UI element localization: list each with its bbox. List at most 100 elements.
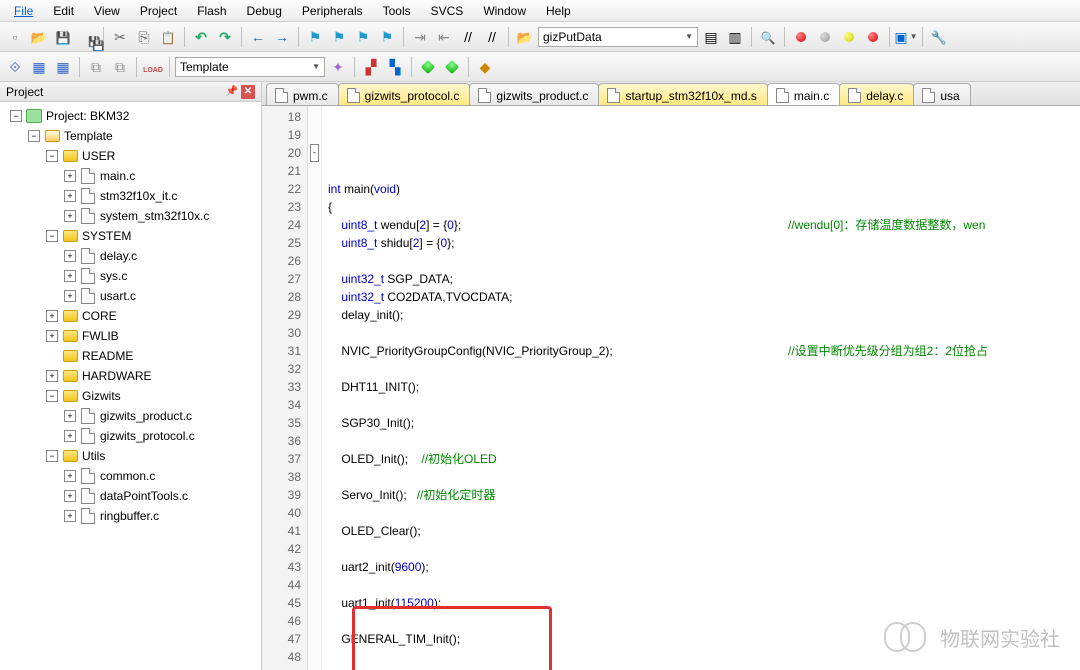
code-line[interactable]: uart1_init(115200); <box>328 594 1080 612</box>
collapse-toggle[interactable]: − <box>46 150 58 162</box>
collapse-toggle[interactable]: − <box>46 230 58 242</box>
menu-file[interactable]: File <box>4 2 43 20</box>
menu-svcs[interactable]: SVCS <box>421 2 474 20</box>
code-line[interactable] <box>328 576 1080 594</box>
code-line[interactable] <box>328 504 1080 522</box>
code-line[interactable]: uint8_t shidu[2] = {0}; <box>328 234 1080 252</box>
expand-toggle[interactable]: + <box>46 330 58 342</box>
menu-edit[interactable]: Edit <box>43 2 84 20</box>
tree-item[interactable]: README <box>2 346 259 366</box>
bookmark-next-button[interactable] <box>352 26 374 48</box>
expand-toggle[interactable]: + <box>64 470 76 482</box>
indent-button[interactable] <box>409 26 431 48</box>
build-button[interactable]: ▦ <box>28 56 50 78</box>
select-button[interactable]: ◆ <box>474 56 496 78</box>
code-line[interactable]: Servo_Init(); //初始化定时器 <box>328 486 1080 504</box>
expand-toggle[interactable]: + <box>64 290 76 302</box>
menu-tools[interactable]: Tools <box>373 2 421 20</box>
find-combo[interactable]: gizPutData ▼ <box>538 27 698 47</box>
comment-button[interactable]: // <box>457 26 479 48</box>
tree-item[interactable]: +HARDWARE <box>2 366 259 386</box>
target-options-button[interactable] <box>327 56 349 78</box>
code-line[interactable] <box>328 648 1080 666</box>
code-line[interactable]: delay_init(); <box>328 306 1080 324</box>
tree-item[interactable]: +gizwits_protocol.c <box>2 426 259 446</box>
nav-forward-button[interactable] <box>271 26 293 48</box>
expand-toggle[interactable]: + <box>64 270 76 282</box>
tree-item[interactable]: +stm32f10x_it.c <box>2 186 259 206</box>
menu-help[interactable]: Help <box>536 2 581 20</box>
code-line[interactable]: uart2_init(9600); <box>328 558 1080 576</box>
code-line[interactable]: GENERAL_TIM_Init(); <box>328 630 1080 648</box>
uncomment-button[interactable]: // <box>481 26 503 48</box>
expand-toggle[interactable]: + <box>64 510 76 522</box>
editor-tab[interactable]: startup_stm32f10x_md.s <box>598 83 767 105</box>
copy-button[interactable] <box>133 26 155 48</box>
pack-button[interactable] <box>417 56 439 78</box>
tree-item[interactable]: −SYSTEM <box>2 226 259 246</box>
undo-button[interactable] <box>190 26 212 48</box>
code-line[interactable]: int main(void) <box>328 180 1080 198</box>
pin-button[interactable]: 📌 <box>225 85 239 99</box>
stop-build-button[interactable]: ⧉ <box>109 56 131 78</box>
tree-item[interactable]: −USER <box>2 146 259 166</box>
fold-toggle[interactable]: - <box>310 144 319 162</box>
editor-tab[interactable]: pwm.c <box>266 83 339 105</box>
breakpoint-enable-button[interactable] <box>838 26 860 48</box>
menu-debug[interactable]: Debug <box>237 2 292 20</box>
tree-item[interactable]: +usart.c <box>2 286 259 306</box>
menu-peripherals[interactable]: Peripherals <box>292 2 373 20</box>
code-line[interactable]: uint32_t CO2DATA,TVOCDATA; <box>328 288 1080 306</box>
tree-item[interactable]: +ringbuffer.c <box>2 506 259 526</box>
code-line[interactable] <box>328 468 1080 486</box>
editor-tab[interactable]: gizwits_protocol.c <box>338 83 471 105</box>
translate-button[interactable]: ⟐ <box>4 56 26 78</box>
expand-toggle[interactable]: + <box>64 490 76 502</box>
tree-item[interactable]: +common.c <box>2 466 259 486</box>
code-line[interactable] <box>328 360 1080 378</box>
rebuild-button[interactable]: ▦ <box>52 56 74 78</box>
expand-toggle[interactable]: + <box>64 210 76 222</box>
rte-button[interactable] <box>441 56 463 78</box>
tree-item[interactable]: +delay.c <box>2 246 259 266</box>
code-line[interactable]: OLED_Init(); //初始化OLED <box>328 450 1080 468</box>
collapse-toggle[interactable]: − <box>46 390 58 402</box>
expand-toggle[interactable]: + <box>64 170 76 182</box>
code-line[interactable]: NVIC_PriorityGroupConfig(NVIC_PriorityGr… <box>328 342 1080 360</box>
code-content[interactable]: int main(void){ uint8_t wendu[2] = {0};/… <box>322 106 1080 670</box>
tree-item[interactable]: +FWLIB <box>2 326 259 346</box>
manage-button[interactable]: ▚ <box>384 56 406 78</box>
code-line[interactable]: SGP30_Init(); <box>328 414 1080 432</box>
paste-button[interactable] <box>157 26 179 48</box>
close-panel-button[interactable]: ✕ <box>241 85 255 99</box>
collapse-toggle[interactable]: − <box>46 450 58 462</box>
tree-item[interactable]: +system_stm32f10x.c <box>2 206 259 226</box>
find-files-button[interactable] <box>514 26 536 48</box>
bookmark-prev-button[interactable] <box>328 26 350 48</box>
new-file-button[interactable] <box>4 26 26 48</box>
nav-back-button[interactable] <box>247 26 269 48</box>
tree-item[interactable]: +gizwits_product.c <box>2 406 259 426</box>
code-line[interactable] <box>328 540 1080 558</box>
collapse-toggle[interactable]: − <box>28 130 40 142</box>
breakpoint-disable-button[interactable] <box>814 26 836 48</box>
editor-tab[interactable]: main.c <box>767 83 840 105</box>
project-tree[interactable]: −Project: BKM32−Template−USER+main.c+stm… <box>0 102 261 670</box>
expand-toggle[interactable]: + <box>64 430 76 442</box>
incremental-find-button[interactable]: ▥ <box>724 26 746 48</box>
code-line[interactable] <box>328 396 1080 414</box>
menu-window[interactable]: Window <box>473 2 536 20</box>
code-line[interactable]: userInit(); <box>328 666 1080 670</box>
code-line[interactable]: DHT11_INIT(); <box>328 378 1080 396</box>
code-line[interactable]: OLED_Clear(); <box>328 522 1080 540</box>
target-combo[interactable]: Template ▼ <box>175 57 325 77</box>
menu-flash[interactable]: Flash <box>187 2 236 20</box>
breakpoint-kill-button[interactable] <box>862 26 884 48</box>
find-button[interactable]: ▤ <box>700 26 722 48</box>
open-button[interactable] <box>28 26 50 48</box>
editor-tab[interactable]: gizwits_product.c <box>469 83 599 105</box>
code-line[interactable] <box>328 324 1080 342</box>
batch-build-button[interactable]: ⧉ <box>85 56 107 78</box>
save-button[interactable] <box>52 26 74 48</box>
tree-item[interactable]: −Gizwits <box>2 386 259 406</box>
